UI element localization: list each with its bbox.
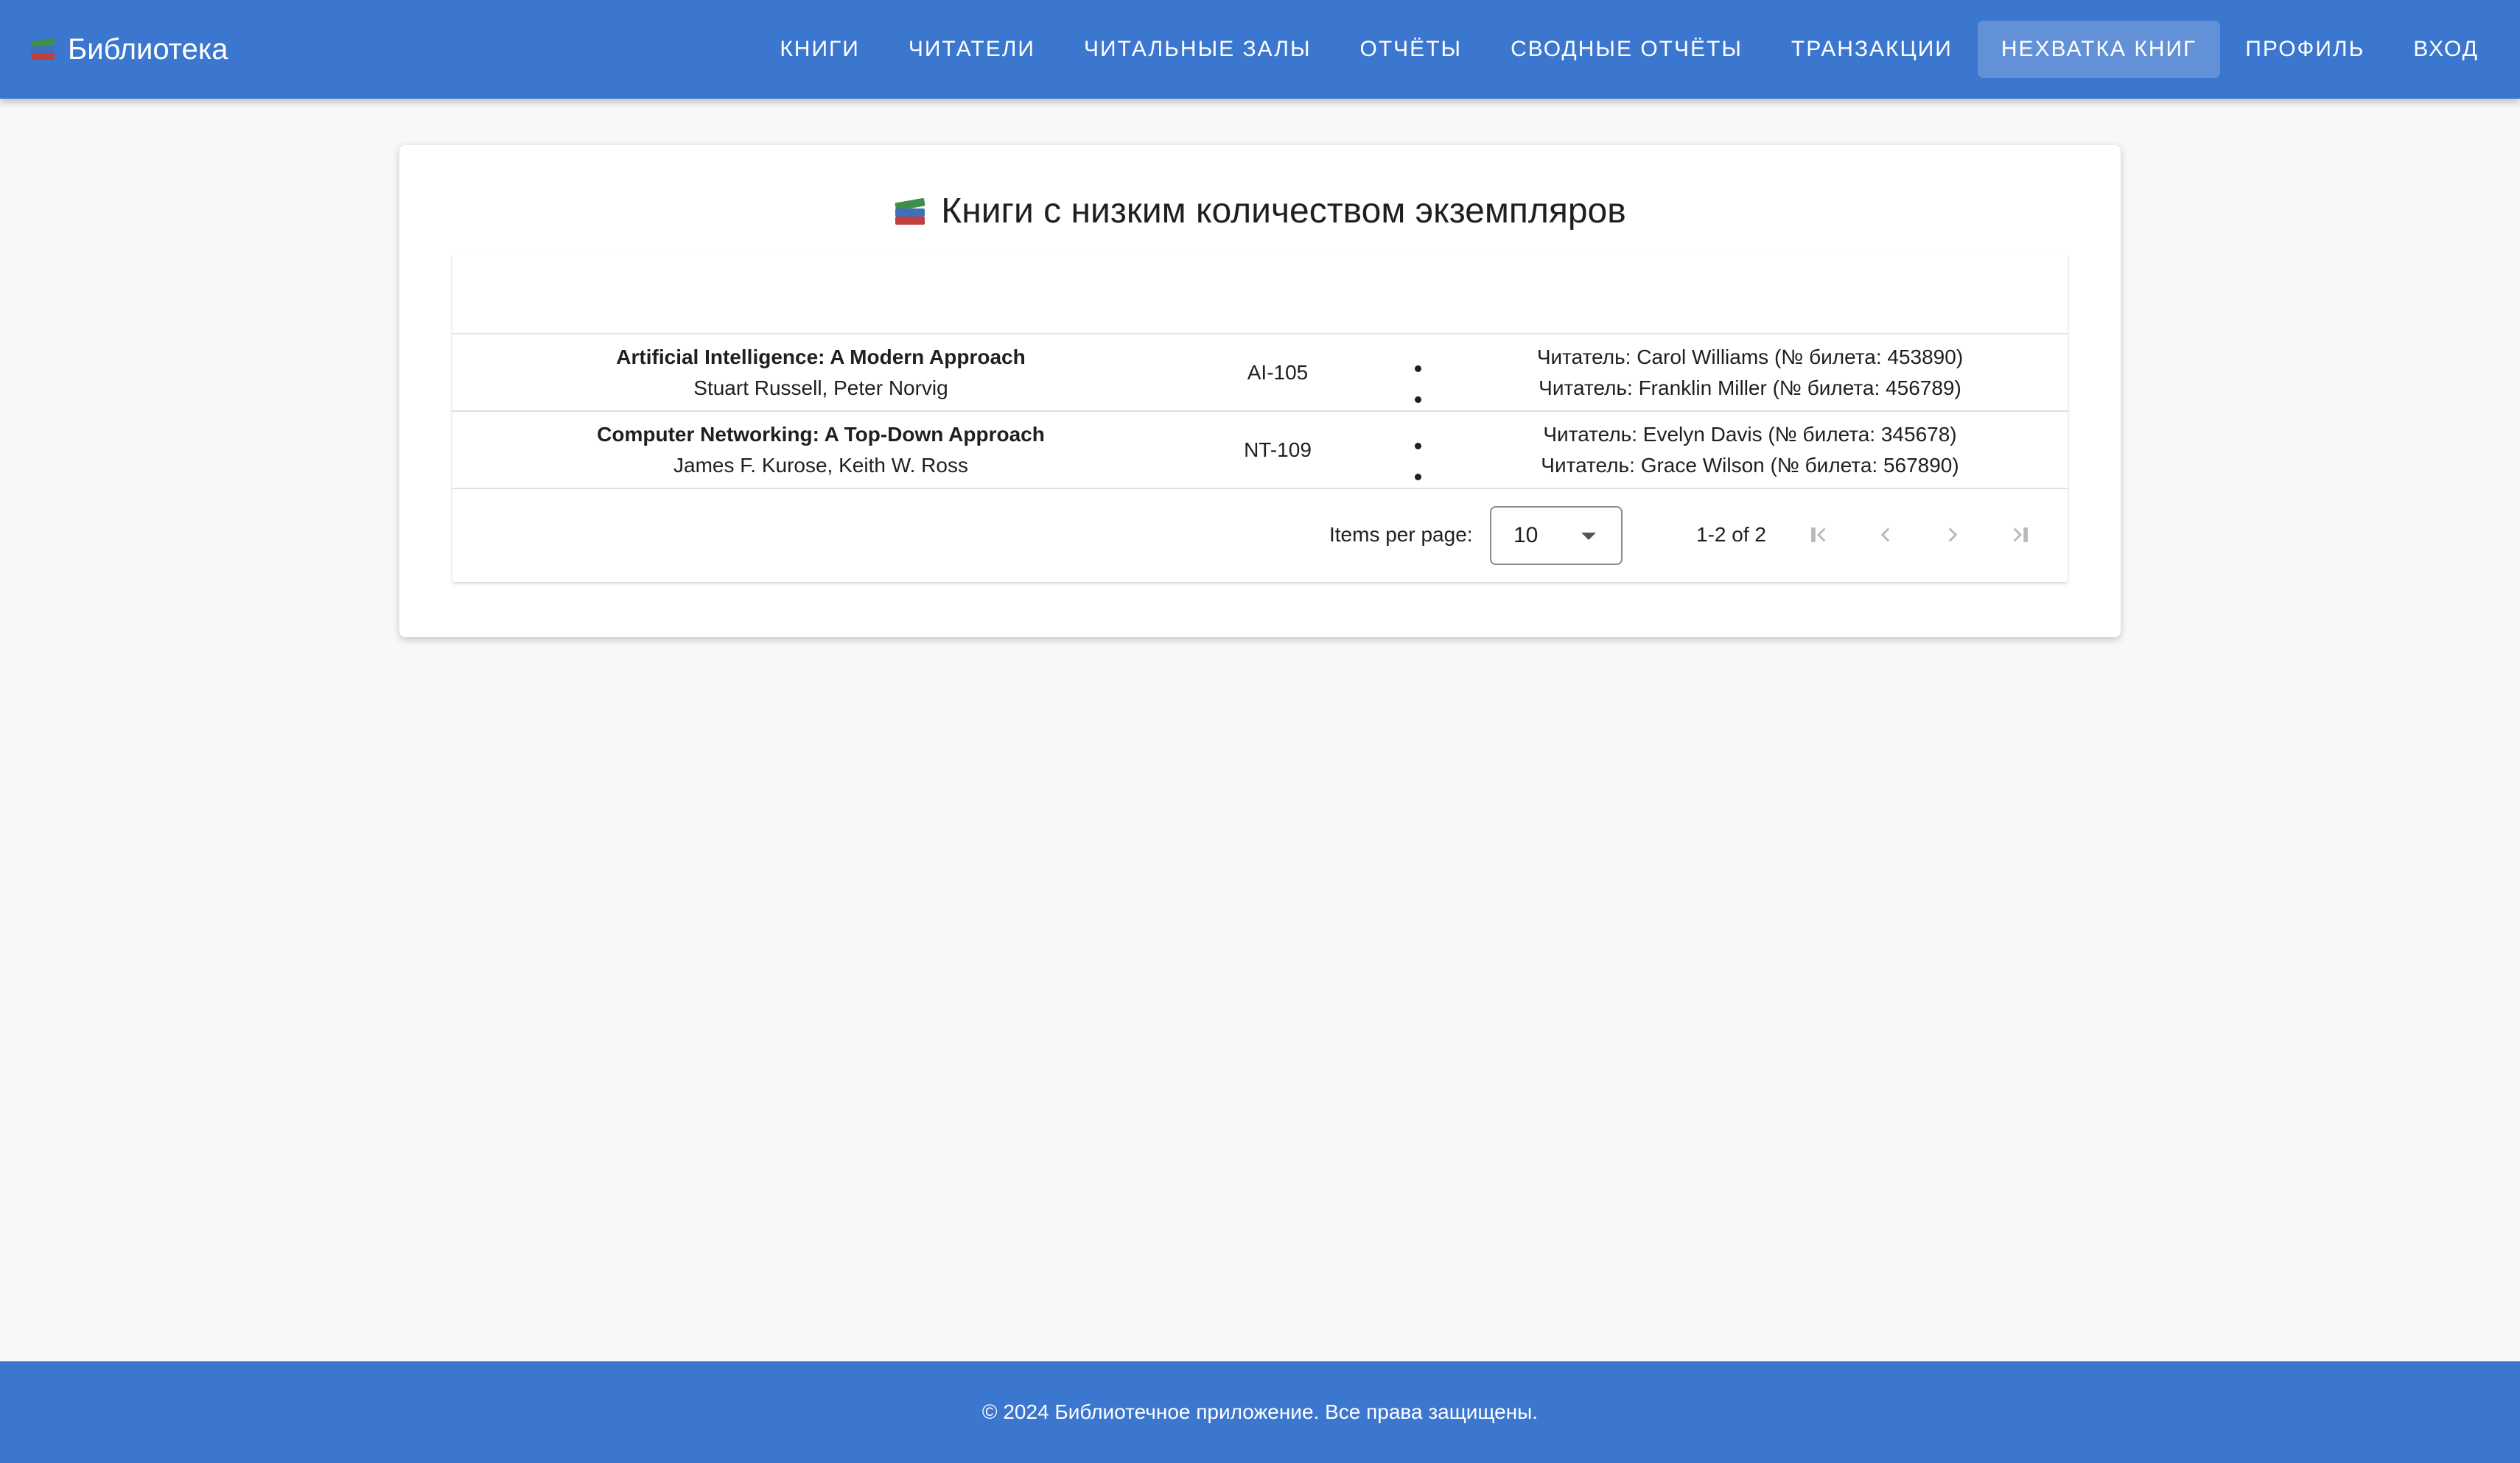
table-row: Artificial Intelligence: A Modern Approa… xyxy=(452,334,2068,412)
last-page-icon xyxy=(2013,527,2028,542)
nav-item-summary-reports[interactable]: СВОДНЫЕ ОТЧЁТЫ xyxy=(1487,21,1766,78)
chevron-down-icon xyxy=(1581,533,1596,540)
list-item: Читатель: Franklin Miller (№ билета: 456… xyxy=(1366,373,2068,404)
top-navbar: Библиотека КНИГИ ЧИТАТЕЛИ ЧИТАЛЬНЫЕ ЗАЛЫ… xyxy=(0,0,2520,99)
reader-text: Читатель: Evelyn Davis (№ билета: 345678… xyxy=(1543,422,1957,446)
nav-item-profile[interactable]: ПРОФИЛЬ xyxy=(2222,21,2388,78)
list-item: Читатель: Evelyn Davis (№ билета: 345678… xyxy=(1366,419,2068,450)
bullet-icon xyxy=(1415,365,1421,372)
book-cell: Computer Networking: A Top-Down Approach… xyxy=(452,412,1189,488)
books-table: Artificial Intelligence: A Modern Approa… xyxy=(452,253,2068,582)
nav-item-book-shortage[interactable]: НЕХВАТКА КНИГ xyxy=(1977,21,2221,78)
prev-page-icon xyxy=(1880,527,1890,542)
footer-text: © 2024 Библиотечное приложение. Все прав… xyxy=(981,1400,1539,1423)
book-cell: Artificial Intelligence: A Modern Approa… xyxy=(452,334,1189,410)
next-page-button[interactable] xyxy=(1934,516,1971,553)
nav-item-books[interactable]: КНИГИ xyxy=(756,21,883,78)
book-title: Computer Networking: A Top-Down Approach xyxy=(597,422,1045,446)
bullet-icon xyxy=(1415,396,1421,403)
reader-text: Читатель: Grace Wilson (№ билета: 567890… xyxy=(1541,453,1959,477)
brand[interactable]: Библиотека xyxy=(29,0,228,99)
low-copies-card: Книги с низким количеством экземпляров A… xyxy=(399,145,2121,637)
book-code: AI-105 xyxy=(1247,360,1309,384)
table-header xyxy=(452,253,2068,334)
books-icon xyxy=(894,194,928,228)
readers-list: Читатель: Evelyn Davis (№ билета: 345678… xyxy=(1366,412,2068,488)
items-per-page-value: 10 xyxy=(1513,523,1539,547)
page-title-text: Книги с низким количеством экземпляров xyxy=(941,192,1626,231)
brand-title: Библиотека xyxy=(68,32,228,66)
book-code: NT-109 xyxy=(1244,438,1312,461)
nav-item-transactions[interactable]: ТРАНЗАКЦИИ xyxy=(1768,21,1976,78)
reader-text: Читатель: Carol Williams (№ билета: 4538… xyxy=(1536,345,1964,368)
nav-item-reports[interactable]: ОТЧЁТЫ xyxy=(1337,21,1486,78)
first-page-button[interactable] xyxy=(1800,516,1837,553)
items-per-page-label: Items per page: xyxy=(1329,523,1473,546)
table-row: Computer Networking: A Top-Down Approach… xyxy=(452,412,2068,489)
first-page-icon xyxy=(1811,527,1826,542)
nav-item-login[interactable]: ВХОД xyxy=(2390,21,2502,78)
next-page-icon xyxy=(1948,527,1958,542)
book-authors: Stuart Russell, Peter Norvig xyxy=(693,376,948,399)
books-icon xyxy=(29,35,57,63)
reader-text: Читатель: Franklin Miller (№ билета: 456… xyxy=(1539,376,1961,399)
paginator: Items per page: 10 1-2 of 2 xyxy=(452,489,2068,580)
nav-menu: КНИГИ ЧИТАТЕЛИ ЧИТАЛЬНЫЕ ЗАЛЫ ОТЧЁТЫ СВО… xyxy=(756,0,2502,99)
list-item: Читатель: Carol Williams (№ билета: 4538… xyxy=(1366,342,2068,373)
items-per-page-select[interactable]: 10 xyxy=(1490,506,1623,565)
page-range: 1-2 of 2 xyxy=(1696,523,1766,546)
book-title: Artificial Intelligence: A Modern Approa… xyxy=(616,345,1026,368)
nav-item-readers[interactable]: ЧИТАТЕЛИ xyxy=(885,21,1059,78)
footer: © 2024 Библиотечное приложение. Все прав… xyxy=(0,1361,2520,1463)
last-page-button[interactable] xyxy=(2002,516,2039,553)
nav-item-reading-rooms[interactable]: ЧИТАЛЬНЫЕ ЗАЛЫ xyxy=(1060,21,1335,78)
prev-page-button[interactable] xyxy=(1867,516,1904,553)
list-item: Читатель: Grace Wilson (№ билета: 567890… xyxy=(1366,450,2068,481)
page-title: Книги с низким количеством экземпляров xyxy=(399,191,2121,231)
bullet-icon xyxy=(1415,474,1421,480)
book-authors: James F. Kurose, Keith W. Ross xyxy=(673,453,968,477)
bullet-icon xyxy=(1415,443,1421,449)
readers-list: Читатель: Carol Williams (№ билета: 4538… xyxy=(1366,334,2068,410)
